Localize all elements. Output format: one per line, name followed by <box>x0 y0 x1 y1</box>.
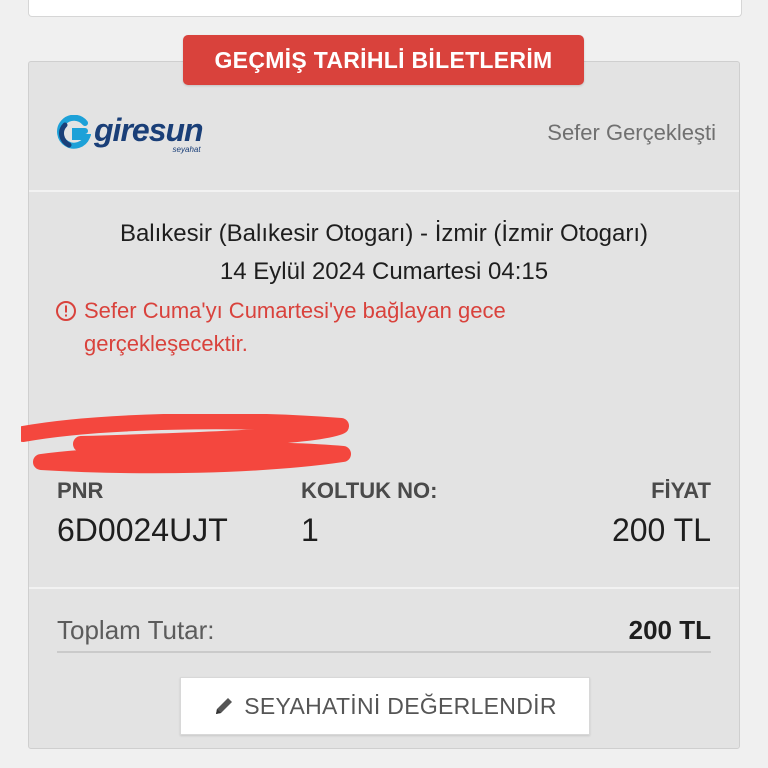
night-trip-warning: Sefer Cuma'yı Cumartesi'ye bağlayan gece… <box>55 294 564 360</box>
route-text: Balıkesir (Balıkesir Otogarı) - İzmir (İ… <box>119 220 649 247</box>
info-circle-icon <box>56 301 76 321</box>
total-value: 200 TL <box>628 615 711 645</box>
brand-name: giresun <box>94 112 204 148</box>
ticket-card[interactable]: giresun seyahat Sefer Gerçekleşti Balıke… <box>21 61 740 749</box>
past-tickets-header: GEÇMİŞ TARİHLİ BİLETLERİM <box>183 35 584 85</box>
price-value: 200 TL <box>611 512 711 548</box>
brand-subtitle: seyahat <box>172 145 201 154</box>
pnr-label: PNR <box>57 478 104 503</box>
seat-label: KOLTUK NO: <box>301 478 438 503</box>
brand-wordmark: giresun seyahat <box>94 112 204 154</box>
seat-value: 1 <box>301 512 319 548</box>
redaction-scribble <box>21 414 351 474</box>
pencil-icon <box>216 698 233 714</box>
giresun-logo-icon <box>57 115 91 149</box>
rate-trip-label: SEYAHATİNİ DEĞERLENDİR <box>244 692 557 719</box>
total-underline <box>57 651 711 653</box>
total-label: Toplam Tutar: <box>57 615 215 645</box>
warning-text: Sefer Cuma'yı Cumartesi'ye bağlayan gece… <box>84 298 506 356</box>
brand-logo: giresun seyahat <box>55 112 204 154</box>
trip-status: Sefer Gerçekleşti <box>547 120 716 145</box>
rate-trip-button[interactable]: SEYAHATİNİ DEĞERLENDİR <box>180 677 590 735</box>
divider <box>29 190 739 192</box>
price-label: FİYAT <box>651 478 711 503</box>
pnr-value: 6D0024UJT <box>57 512 228 548</box>
previous-ticket-card <box>28 0 742 17</box>
divider <box>29 587 739 589</box>
departure-datetime: 14 Eylül 2024 Cumartesi 04:15 <box>219 258 549 285</box>
